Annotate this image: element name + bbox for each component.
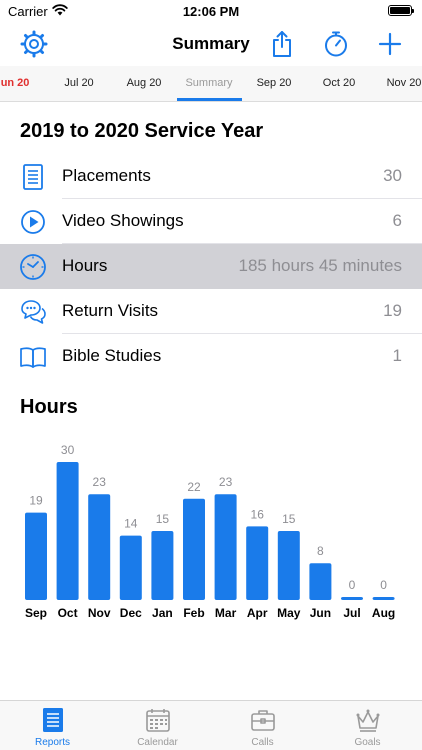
- video-showings-row[interactable]: Video Showings 6: [0, 199, 422, 244]
- month-tab-summary[interactable]: Summary: [185, 77, 232, 89]
- month-label-nov: Nov: [88, 606, 111, 620]
- hours-label: Hours: [62, 256, 108, 275]
- play-circle-icon: [21, 210, 45, 234]
- month-tab-jun-20[interactable]: Jun 20: [0, 77, 29, 89]
- tab-reports[interactable]: Reports: [0, 701, 105, 750]
- clock-icon: [20, 254, 46, 280]
- chat-bubbles-icon: [21, 300, 46, 324]
- bar-value-label-feb: 22: [187, 480, 201, 494]
- month-tab-nov-20[interactable]: Nov 20: [387, 77, 422, 89]
- month-label-oct: Oct: [58, 606, 78, 620]
- hours-row[interactable]: Hours 185 hours 45 minutes: [0, 244, 422, 289]
- bar-sep: [25, 512, 47, 600]
- hours-value: 185 hours 45 minutes: [238, 256, 403, 275]
- placements-row[interactable]: Placements 30: [0, 154, 422, 199]
- tab-bar: Reports Calendar Calls Goals: [0, 700, 422, 750]
- bar-value-label-sep: 19: [29, 494, 43, 508]
- month-label-apr: Apr: [247, 606, 268, 620]
- summary-list: Placements 30 Video Showings 6 Hours 185…: [0, 154, 422, 379]
- bar-feb: [183, 498, 205, 600]
- bar-value-label-may: 15: [282, 512, 296, 526]
- clock-time: 12:06 PM: [182, 4, 240, 19]
- tab-calls-label: Calls: [251, 737, 274, 748]
- briefcase-icon: [251, 710, 275, 731]
- month-tab-aug-20[interactable]: Aug 20: [127, 77, 162, 89]
- bar-value-label-jul: 0: [349, 578, 356, 592]
- battery-icon: [388, 5, 414, 16]
- tab-calls[interactable]: Calls: [210, 701, 315, 750]
- bar-value-label-apr: 16: [251, 507, 265, 521]
- video-showings-label: Video Showings: [62, 211, 184, 230]
- bar-jul: [341, 597, 363, 600]
- bible-studies-value: 1: [392, 346, 402, 365]
- bar-nov: [88, 494, 111, 600]
- bar-value-label-oct: 30: [61, 443, 75, 457]
- navigation-bar: Summary: [0, 24, 422, 66]
- tab-goals[interactable]: Goals: [315, 701, 420, 750]
- month-tab-jul-20[interactable]: Jul 20: [64, 77, 93, 89]
- calendar-icon: [146, 709, 170, 732]
- bar-aug: [372, 597, 395, 600]
- selected-tab-indicator: [177, 98, 242, 101]
- bar-oct: [56, 462, 79, 600]
- reports-icon: [43, 708, 63, 732]
- bar-value-label-jan: 15: [156, 512, 170, 526]
- service-year-title: 2019 to 2020 Service Year: [20, 120, 264, 142]
- video-showings-value: 6: [392, 211, 402, 230]
- hours-bar-chart: 19 Sep 30 Oct 23 Nov 14 Dec 15 Jan 22 Feb 23 Mar 16 Apr…: [25, 443, 395, 620]
- bible-studies-label: Bible Studies: [62, 346, 162, 365]
- month-label-jul: Jul: [343, 606, 360, 620]
- month-label-may: May: [277, 606, 301, 620]
- bar-value-label-aug: 0: [380, 578, 387, 592]
- bar-value-label-jun: 8: [317, 544, 324, 558]
- return-visits-row[interactable]: Return Visits 19: [0, 289, 422, 334]
- return-visits-value: 19: [383, 301, 402, 320]
- return-visits-label: Return Visits: [62, 301, 159, 320]
- hours-chart-title: Hours: [20, 396, 78, 418]
- open-book-icon: [20, 347, 46, 368]
- crown-icon: [356, 709, 380, 732]
- bar-value-label-mar: 23: [219, 475, 233, 489]
- bar-value-label-dec: 14: [124, 517, 138, 531]
- bar-value-label-nov: 23: [93, 475, 107, 489]
- month-label-mar: Mar: [215, 606, 237, 620]
- bar-mar: [214, 494, 237, 600]
- month-label-sep: Sep: [25, 606, 47, 620]
- tab-goals-label: Goals: [354, 737, 381, 748]
- bar-dec: [119, 535, 142, 600]
- status-bar: Carrier 12:06 PM: [0, 0, 422, 24]
- bible-studies-row[interactable]: Bible Studies 1: [0, 334, 422, 379]
- month-label-aug: Aug: [372, 606, 395, 620]
- month-label-jun: Jun: [310, 606, 331, 620]
- month-tab-oct-20[interactable]: Oct 20: [323, 77, 355, 89]
- month-tabs: Jun 20 Jul 20 Aug 20 Summary Sep 20 Oct …: [0, 66, 422, 102]
- tab-calendar-label: Calendar: [137, 737, 178, 748]
- month-label-jan: Jan: [152, 606, 173, 620]
- bar-jun: [309, 563, 332, 600]
- timer-icon[interactable]: [322, 30, 350, 58]
- placements-label: Placements: [62, 166, 151, 185]
- tab-calendar[interactable]: Calendar: [105, 701, 210, 750]
- month-tab-sep-20[interactable]: Sep 20: [257, 77, 292, 89]
- month-label-dec: Dec: [120, 606, 142, 620]
- add-icon[interactable]: [376, 30, 404, 58]
- month-label-feb: Feb: [183, 606, 204, 620]
- placements-value: 30: [383, 166, 402, 185]
- bar-may: [277, 531, 300, 600]
- share-icon[interactable]: [268, 30, 296, 58]
- page-title: Summary: [172, 34, 250, 53]
- bar-jan: [151, 531, 174, 600]
- document-icon: [23, 164, 43, 190]
- tab-reports-label: Reports: [34, 737, 70, 748]
- bar-apr: [246, 526, 269, 600]
